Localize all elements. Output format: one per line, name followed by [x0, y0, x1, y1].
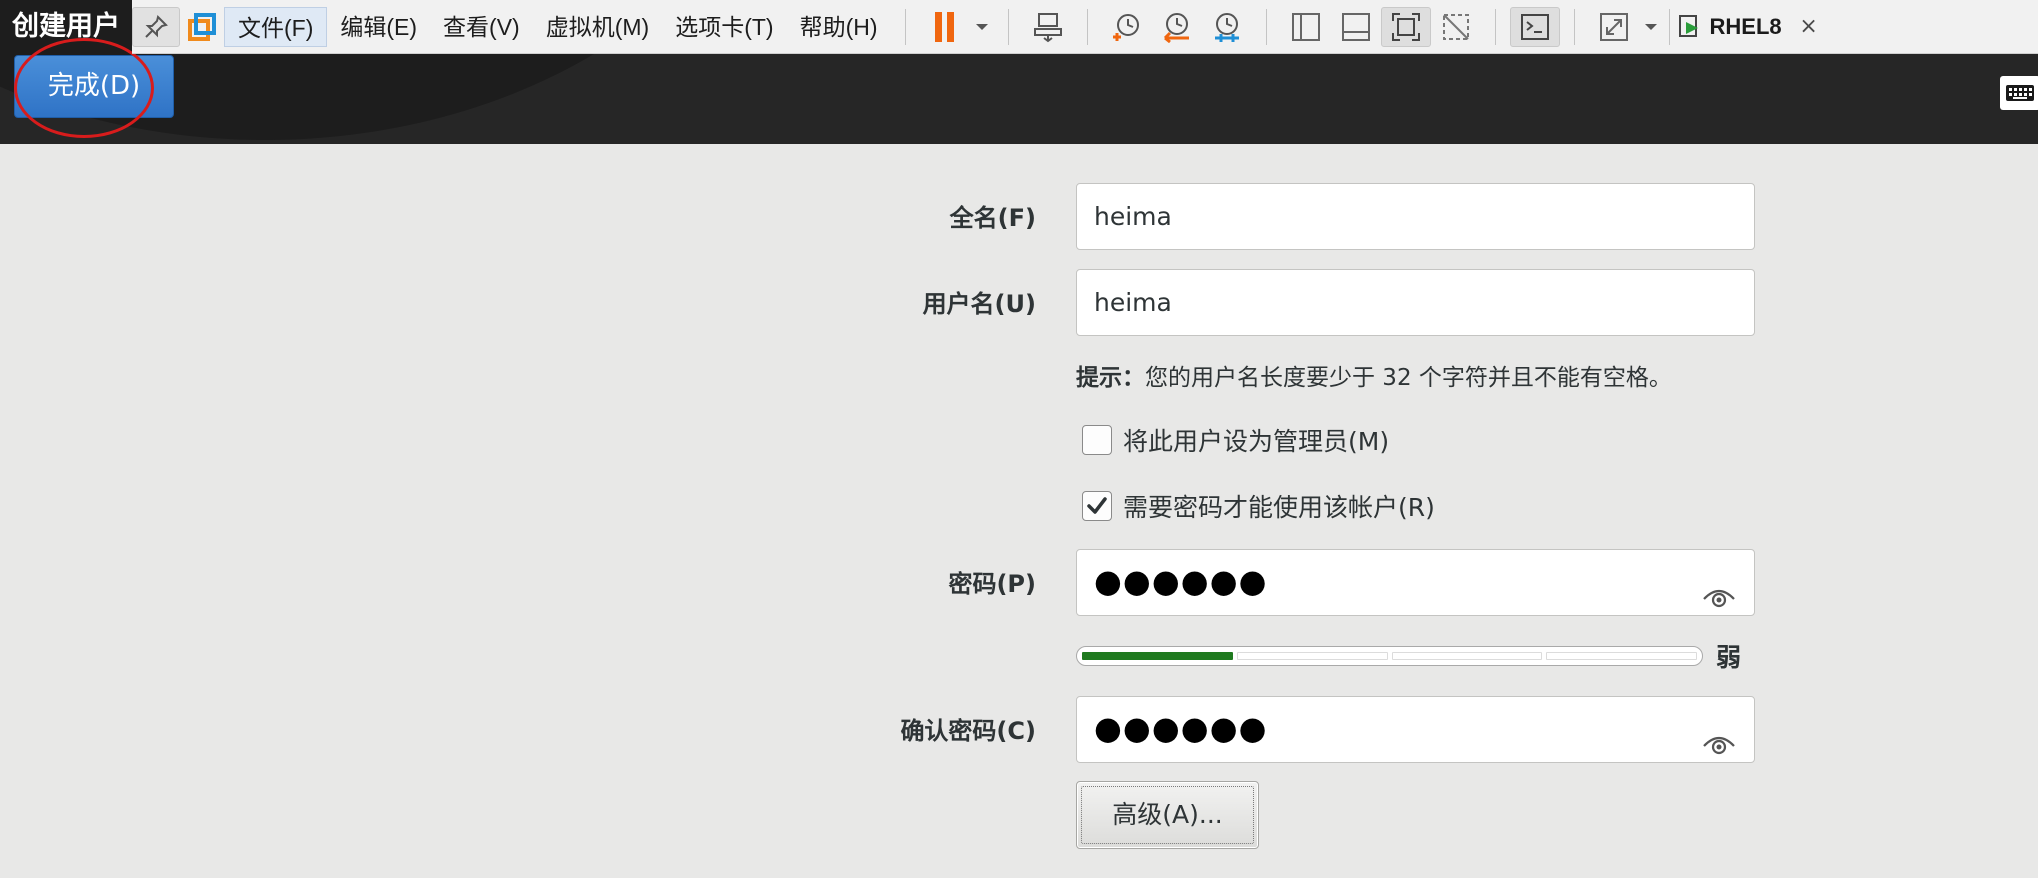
toolbar-divider	[1007, 8, 1009, 45]
vmware-toolbar: 文件(F) 编辑(E) 查看(V) 虚拟机(M) 选项卡(T) 帮助(H) RH…	[132, 0, 2038, 54]
require-password-label: 需要密码才能使用该帐户(R)	[1123, 493, 1435, 522]
installer-window: 创建用户 完成(D) 文件(F) 编辑(E) 查看(V) 虚拟机(M) 选项卡(…	[0, 0, 2038, 878]
admin-checkbox-row[interactable]: 将此用户设为管理员(M)	[1082, 420, 1389, 460]
password-strength-bar	[1076, 646, 1703, 666]
password-strength-text: 弱	[1716, 643, 1742, 672]
pause-icon[interactable]	[920, 7, 970, 47]
console-icon[interactable]	[1509, 6, 1560, 47]
snapshot-revert-icon[interactable]	[1152, 7, 1202, 47]
toolbar-divider	[1265, 8, 1267, 45]
menu-view[interactable]: 查看(V)	[430, 7, 533, 47]
keyboard-icon[interactable]	[2000, 76, 2038, 110]
strength-segment	[1236, 652, 1388, 660]
strength-segment	[1082, 652, 1233, 660]
username-field[interactable]: heima	[1076, 269, 1755, 336]
checkmark-icon	[1087, 497, 1107, 514]
fullscreen-icon[interactable]	[1589, 7, 1639, 47]
username-hint: 提示：您的用户名长度要少于 32 个字符并且不能有空格。	[1076, 358, 1672, 398]
hint-text: 您的用户名长度要少于 32 个字符并且不能有空格。	[1145, 365, 1672, 391]
unity-icon[interactable]	[1431, 7, 1481, 47]
pin-icon[interactable]	[132, 6, 180, 47]
password-label: 密码(P)	[948, 570, 1036, 598]
fullscreen-dropdown-icon[interactable]	[1639, 7, 1663, 47]
require-password-checkbox[interactable]	[1082, 491, 1112, 521]
advanced-button[interactable]: 高级(A)...	[1076, 781, 1259, 849]
password-field[interactable]: ●●●●●●	[1076, 549, 1755, 616]
require-password-checkbox-row[interactable]: 需要密码才能使用该帐户(R)	[1082, 486, 1435, 526]
view-sidebar-icon[interactable]	[1281, 7, 1331, 47]
confirm-password-field[interactable]: ●●●●●●	[1076, 696, 1755, 763]
eye-icon[interactable]	[1702, 717, 1736, 755]
fullname-field[interactable]: heima	[1076, 183, 1755, 250]
power-dropdown-icon[interactable]	[970, 7, 994, 47]
confirm-password-label: 确认密码(C)	[900, 717, 1036, 745]
admin-checkbox-label: 将此用户设为管理员(M)	[1123, 427, 1390, 456]
menu-tabs[interactable]: 选项卡(T)	[662, 7, 786, 47]
menu-edit[interactable]: 编辑(E)	[327, 7, 430, 47]
send-ctrl-alt-del-icon[interactable]	[1023, 7, 1073, 47]
menu-vm[interactable]: 虚拟机(M)	[533, 7, 662, 47]
vm-tab-title[interactable]: RHEL8	[1710, 14, 1782, 40]
toolbar-divider	[1494, 8, 1496, 45]
page-title: 创建用户	[12, 11, 120, 42]
confirm-password-mask: ●●●●●●	[1094, 709, 1268, 747]
menu-file[interactable]: 文件(F)	[224, 6, 328, 47]
password-mask: ●●●●●●	[1094, 562, 1268, 600]
toolbar-divider	[1573, 8, 1575, 45]
toolbar-divider	[1086, 8, 1088, 45]
close-icon[interactable]: ×	[1792, 7, 1826, 47]
vmware-logo-icon	[180, 7, 224, 47]
toolbar-divider	[904, 8, 906, 45]
hint-prefix: 提示：	[1076, 365, 1145, 391]
toolbar-divider	[1668, 8, 1670, 45]
done-button[interactable]: 完成(D)	[14, 55, 174, 118]
strength-segment	[1546, 652, 1697, 660]
username-label: 用户名(U)	[922, 290, 1036, 318]
view-thumbnail-icon[interactable]	[1331, 7, 1381, 47]
strength-segment	[1391, 652, 1543, 660]
admin-checkbox[interactable]	[1082, 425, 1112, 455]
menu-help[interactable]: 帮助(H)	[787, 7, 891, 47]
vm-tab-icon	[1676, 7, 1706, 47]
eye-icon[interactable]	[1702, 570, 1736, 608]
fit-guest-icon[interactable]	[1380, 6, 1431, 47]
snapshot-manager-icon[interactable]	[1202, 7, 1252, 47]
fullname-label: 全名(F)	[949, 204, 1036, 232]
snapshot-take-icon[interactable]	[1102, 7, 1152, 47]
